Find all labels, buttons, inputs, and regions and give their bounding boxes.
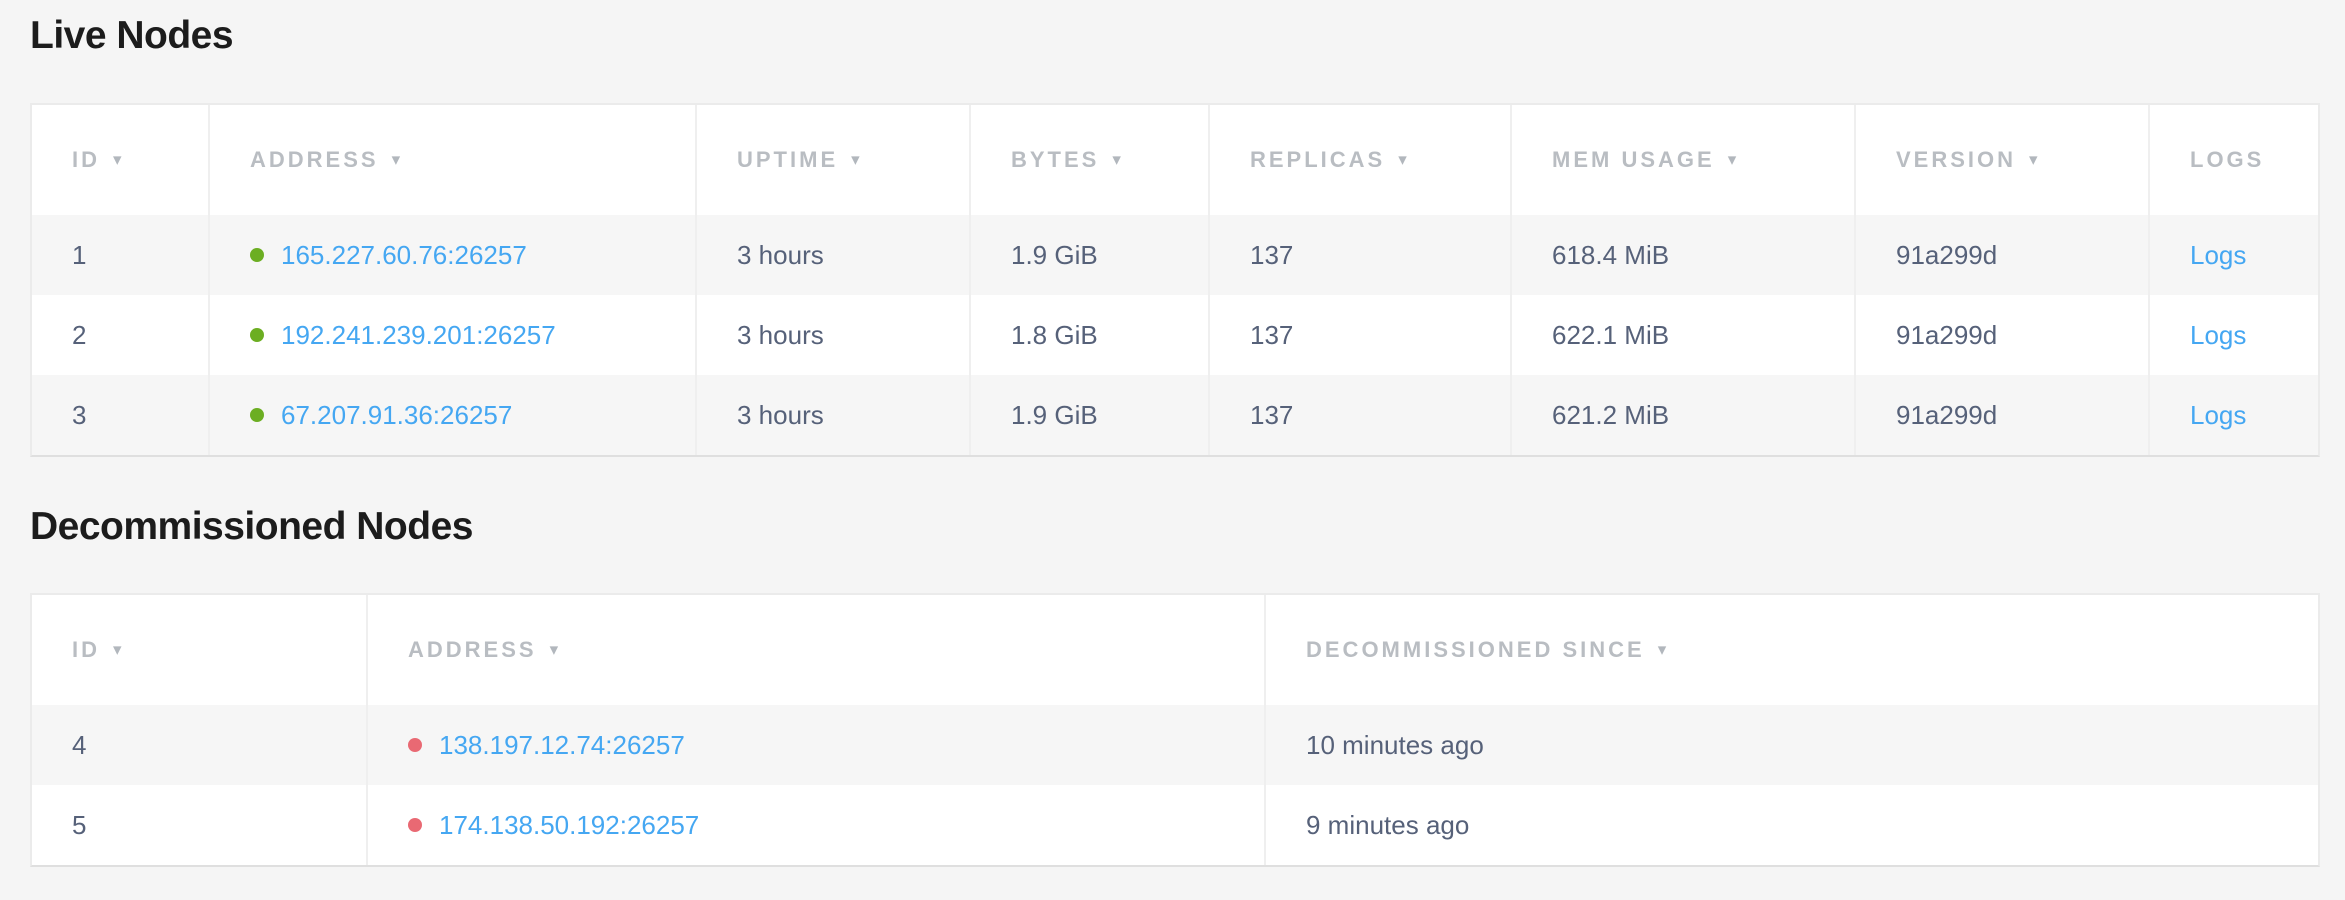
sort-arrow-icon: ▾ (1398, 150, 1410, 170)
sort-arrow-icon: ▾ (1112, 150, 1124, 170)
decommissioned-status-dot-icon (408, 738, 422, 752)
table-row: 3 67.207.91.36:26257 3 hours 1.9 GiB 137… (32, 375, 2318, 455)
id-cell: 4 (32, 705, 368, 785)
id-cell: 2 (32, 295, 210, 375)
column-header-bytes[interactable]: BYTES ▾ (971, 105, 1210, 215)
version-cell: 91a299d (1856, 215, 2150, 295)
version-cell: 91a299d (1856, 295, 2150, 375)
logs-cell: Logs (2150, 375, 2318, 455)
decommissioned-since-cell: 9 minutes ago (1266, 785, 2318, 865)
live-status-dot-icon (250, 248, 264, 262)
sort-arrow-icon: ▾ (851, 150, 863, 170)
column-header-version[interactable]: VERSION ▾ (1856, 105, 2150, 215)
sort-arrow-icon: ▾ (2029, 150, 2041, 170)
replicas-cell: 137 (1210, 215, 1512, 295)
version-cell: 91a299d (1856, 375, 2150, 455)
address-link[interactable]: 165.227.60.76:26257 (281, 240, 527, 271)
sort-arrow-icon: ▾ (113, 150, 125, 170)
address-cell: 165.227.60.76:26257 (210, 215, 697, 295)
address-cell: 67.207.91.36:26257 (210, 375, 697, 455)
decommissioned-status-dot-icon (408, 818, 422, 832)
live-nodes-header-row: ID ▾ ADDRESS ▾ UPTIME ▾ BYTES ▾ REPLICAS… (32, 105, 2318, 215)
uptime-cell: 3 hours (697, 215, 971, 295)
column-header-label: ID (72, 147, 100, 173)
decommissioned-since-cell: 10 minutes ago (1266, 705, 2318, 785)
logs-link[interactable]: Logs (2190, 240, 2246, 271)
bytes-cell: 1.8 GiB (971, 295, 1210, 375)
table-row: 2 192.241.239.201:26257 3 hours 1.8 GiB … (32, 295, 2318, 375)
logs-cell: Logs (2150, 295, 2318, 375)
address-link[interactable]: 138.197.12.74:26257 (439, 730, 685, 761)
column-header-label: ADDRESS (250, 147, 379, 173)
column-header-address[interactable]: ADDRESS ▾ (210, 105, 697, 215)
column-header-id[interactable]: ID ▾ (32, 105, 210, 215)
live-nodes-section: Live Nodes ID ▾ ADDRESS ▾ UPTIME ▾ BYTES… (0, 14, 2345, 457)
column-header-label: ADDRESS (408, 637, 537, 663)
column-header-decommissioned-since[interactable]: DECOMMISSIONED SINCE ▾ (1266, 595, 2318, 705)
id-cell: 5 (32, 785, 368, 865)
column-header-label: VERSION (1896, 147, 2016, 173)
sort-arrow-icon: ▾ (1728, 150, 1740, 170)
mem-usage-cell: 621.2 MiB (1512, 375, 1856, 455)
column-header-label: BYTES (1011, 147, 1099, 173)
decommissioned-nodes-section: Decommissioned Nodes ID ▾ ADDRESS ▾ DECO… (0, 505, 2345, 867)
sort-arrow-icon: ▾ (1658, 640, 1670, 660)
live-status-dot-icon (250, 408, 264, 422)
address-link[interactable]: 67.207.91.36:26257 (281, 400, 512, 431)
sort-arrow-icon: ▾ (113, 640, 125, 660)
mem-usage-cell: 618.4 MiB (1512, 215, 1856, 295)
column-header-logs: LOGS (2150, 105, 2318, 215)
address-cell: 192.241.239.201:26257 (210, 295, 697, 375)
id-cell: 3 (32, 375, 210, 455)
table-row: 5 174.138.50.192:26257 9 minutes ago (32, 785, 2318, 865)
replicas-cell: 137 (1210, 295, 1512, 375)
address-cell: 138.197.12.74:26257 (368, 705, 1266, 785)
live-status-dot-icon (250, 328, 264, 342)
address-cell: 174.138.50.192:26257 (368, 785, 1266, 865)
decommissioned-nodes-table: ID ▾ ADDRESS ▾ DECOMMISSIONED SINCE ▾ 4 … (30, 593, 2320, 867)
bytes-cell: 1.9 GiB (971, 215, 1210, 295)
bytes-cell: 1.9 GiB (971, 375, 1210, 455)
table-row: 1 165.227.60.76:26257 3 hours 1.9 GiB 13… (32, 215, 2318, 295)
decommissioned-nodes-header-row: ID ▾ ADDRESS ▾ DECOMMISSIONED SINCE ▾ (32, 595, 2318, 705)
column-header-id[interactable]: ID ▾ (32, 595, 368, 705)
logs-cell: Logs (2150, 215, 2318, 295)
mem-usage-cell: 622.1 MiB (1512, 295, 1856, 375)
table-row: 4 138.197.12.74:26257 10 minutes ago (32, 705, 2318, 785)
logs-link[interactable]: Logs (2190, 400, 2246, 431)
column-header-label: MEM USAGE (1552, 147, 1715, 173)
live-nodes-title: Live Nodes (30, 14, 2345, 58)
address-link[interactable]: 174.138.50.192:26257 (439, 810, 699, 841)
column-header-label: ID (72, 637, 100, 663)
column-header-label: DECOMMISSIONED SINCE (1306, 637, 1645, 663)
column-header-mem-usage[interactable]: MEM USAGE ▾ (1512, 105, 1856, 215)
column-header-label: LOGS (2190, 147, 2264, 173)
address-link[interactable]: 192.241.239.201:26257 (281, 320, 556, 351)
column-header-address[interactable]: ADDRESS ▾ (368, 595, 1266, 705)
column-header-replicas[interactable]: REPLICAS ▾ (1210, 105, 1512, 215)
replicas-cell: 137 (1210, 375, 1512, 455)
decommissioned-nodes-title: Decommissioned Nodes (30, 505, 2345, 549)
column-header-uptime[interactable]: UPTIME ▾ (697, 105, 971, 215)
uptime-cell: 3 hours (697, 375, 971, 455)
column-header-label: REPLICAS (1250, 147, 1385, 173)
logs-link[interactable]: Logs (2190, 320, 2246, 351)
live-nodes-table: ID ▾ ADDRESS ▾ UPTIME ▾ BYTES ▾ REPLICAS… (30, 103, 2320, 457)
sort-arrow-icon: ▾ (550, 640, 562, 660)
sort-arrow-icon: ▾ (392, 150, 404, 170)
uptime-cell: 3 hours (697, 295, 971, 375)
column-header-label: UPTIME (737, 147, 838, 173)
id-cell: 1 (32, 215, 210, 295)
